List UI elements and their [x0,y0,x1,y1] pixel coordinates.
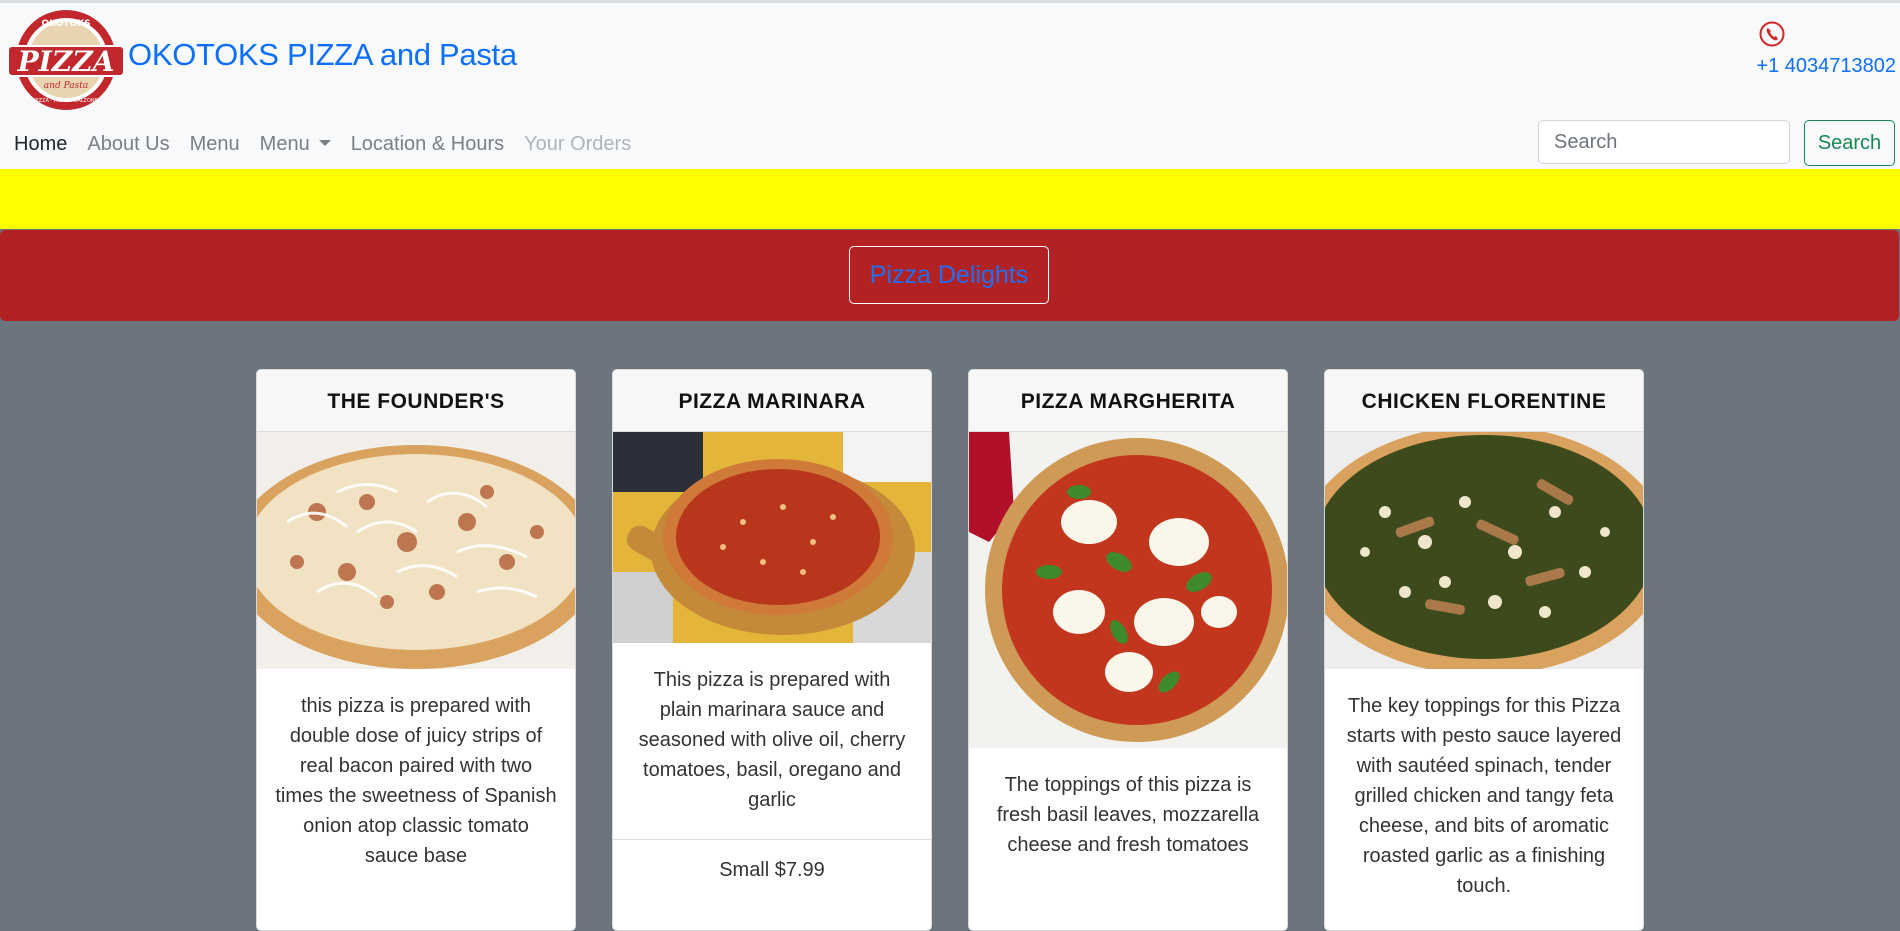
phone-icon [1759,21,1785,47]
nav-menu-dropdown[interactable]: Menu [250,129,341,159]
pizza-delights-button[interactable]: Pizza Delights [849,246,1049,304]
menu-card-margherita: PIZZA MARGHERITA The toppings of this pi… [968,369,1288,931]
logo-sub-text: and Pasta [44,81,88,91]
menu-card-marinara: PIZZA MARINARA This pizza is prepared wi… [612,369,932,931]
search-button[interactable]: Search [1804,120,1895,166]
menu-card-founders: THE FOUNDER'S this pizza is prepared wit… [256,369,576,931]
pizza-image [257,432,575,669]
brand-title[interactable]: OKOTOKS PIZZA and Pasta [128,37,517,73]
navbar: OKOTOKS PIZZA and Pasta PIZZA · PASTA · … [0,3,1900,169]
logo-arc-text: OKOTOKS [41,19,90,29]
nav-your-orders: Your Orders [524,133,632,155]
nav-location-hours[interactable]: Location & Hours [341,129,514,159]
nav-menu[interactable]: Menu [180,129,250,159]
phone-number[interactable]: +1 4034713802 [1756,55,1896,78]
nav-home[interactable]: Home [4,129,77,159]
card-description: this pizza is prepared with double dose … [275,695,557,867]
caret-down-icon [318,140,331,146]
main-nav: Home About Us Menu Menu Location & Hours… [4,129,641,159]
card-title: PIZZA MARINARA [613,370,931,432]
pizza-image [969,432,1287,748]
card-description: This pizza is prepared with plain marina… [638,669,906,811]
card-description: The key toppings for this Pizza starts w… [1346,695,1622,897]
pizza-image [1325,432,1643,669]
search-input[interactable] [1538,120,1790,164]
card-description: The toppings of this pizza is fresh basi… [996,774,1260,856]
pizza-image [613,432,931,643]
announcement-bar [0,169,1900,229]
logo-main-text: PIZZA [17,45,115,78]
brand-name-sub: and Pasta [371,37,517,72]
card-price: Small $7.99 [613,839,931,882]
card-title: THE FOUNDER'S [257,370,575,432]
nav-about-us[interactable]: About Us [77,129,179,159]
pizza-logo[interactable]: OKOTOKS PIZZA and Pasta PIZZA · PASTA · … [4,8,128,112]
card-title: PIZZA MARGHERITA [969,370,1287,432]
nav-menu-dropdown-label: Menu [259,133,310,155]
logo-bottom-text: PIZZA · PASTA · CALZONE [34,98,98,104]
card-title: CHICKEN FLORENTINE [1325,370,1643,432]
brand-name-main: OKOTOKS PIZZA [128,37,372,72]
menu-card-chicken-florentine: CHICKEN FLORENTINE The key toppings for … [1324,369,1644,931]
